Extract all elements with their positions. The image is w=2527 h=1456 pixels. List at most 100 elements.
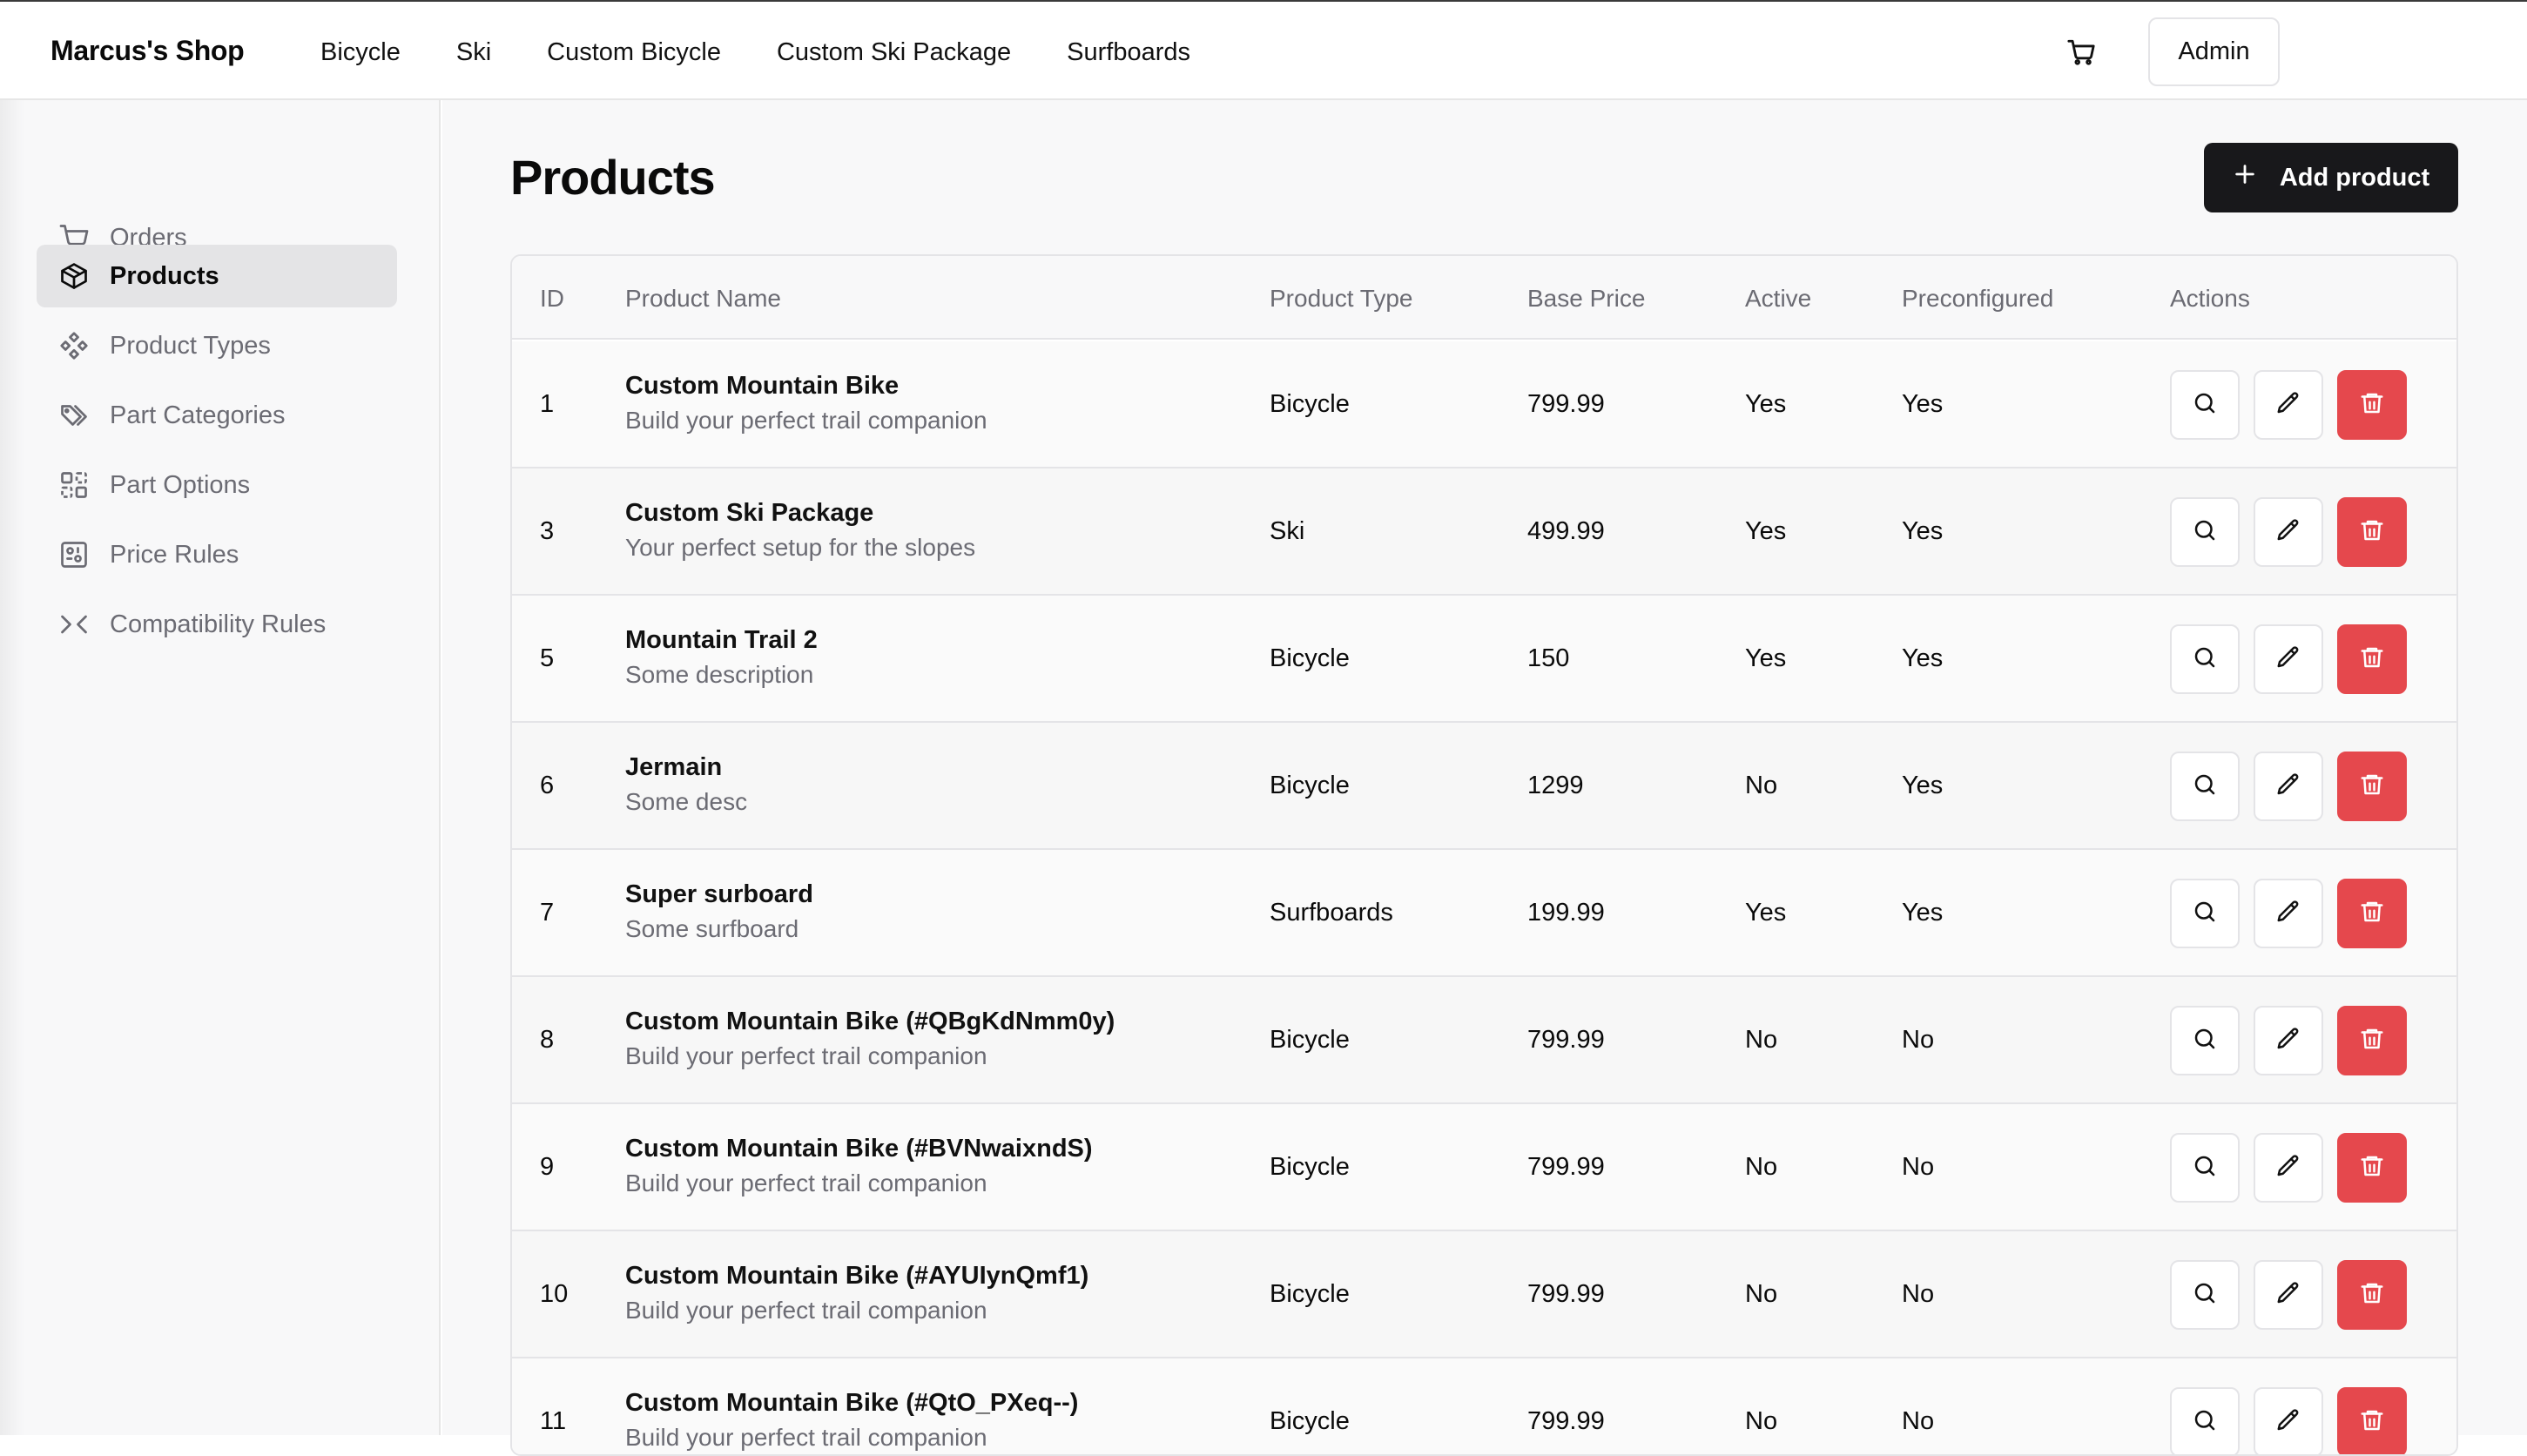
pencil-icon [2275,644,2301,675]
view-product-button[interactable] [2170,1006,2240,1075]
sidebar-item-part-options[interactable]: Part Options [37,454,397,516]
product-name: Mountain Trail 2 [625,626,818,654]
main-content: Products Add product ID Product Name Pro… [442,100,2527,1456]
top-navbar: Marcus's Shop Bicycle Ski Custom Bicycle… [0,0,2527,100]
active-status: Yes [1745,644,1787,672]
product-name: Custom Mountain Bike [625,372,900,400]
table-row: 6 Jermain Some desc Bicycle 1299 No Yes [512,723,2456,850]
delete-product-button[interactable] [2337,879,2407,948]
merge-icon [56,606,92,643]
pencil-icon [2275,1026,2301,1056]
sidebar-item-product-types[interactable]: Product Types [37,314,397,377]
product-type: Bicycle [1270,390,1350,418]
nav-link-custom-bicycle[interactable]: Custom Bicycle [519,21,749,84]
edit-product-button[interactable] [2254,624,2323,694]
base-price: 799.99 [1527,1280,1605,1308]
active-status: No [1745,772,1778,799]
search-icon [2192,772,2218,802]
active-status: No [1745,1026,1778,1054]
edit-product-button[interactable] [2254,1387,2323,1454]
nav-link-bicycle[interactable]: Bicycle [293,21,428,84]
product-description: Your perfect setup for the slopes [625,534,976,561]
base-price: 799.99 [1527,1026,1605,1054]
shopping-cart-icon[interactable] [2064,35,2099,70]
admin-button[interactable]: Admin [2148,17,2280,86]
edit-product-button[interactable] [2254,1133,2323,1203]
active-status: Yes [1745,899,1787,927]
edit-product-button[interactable] [2254,497,2323,567]
pencil-icon [2275,1407,2301,1438]
pencil-icon [2275,1280,2301,1311]
pencil-icon [2275,899,2301,929]
search-icon [2192,1026,2218,1056]
sidebar-item-label: Part Categories [110,401,286,429]
product-name: Custom Ski Package [625,499,874,527]
trash-icon [2359,1280,2385,1311]
nav-link-ski[interactable]: Ski [428,21,519,84]
edit-product-button[interactable] [2254,1006,2323,1075]
view-product-button[interactable] [2170,879,2240,948]
search-icon [2192,1153,2218,1183]
view-product-button[interactable] [2170,624,2240,694]
brand-logo[interactable]: Marcus's Shop [51,35,245,67]
edit-product-button[interactable] [2254,879,2323,948]
nav-link-custom-ski-package[interactable]: Custom Ski Package [749,21,1039,84]
column-header-actions: Actions [2170,285,2250,312]
sidebar-item-label: Product Types [110,331,271,360]
pencil-icon [2275,517,2301,548]
trash-icon [2359,390,2385,421]
add-product-button[interactable]: Add product [2204,143,2458,212]
sidebar-item-products[interactable]: Products [37,245,397,307]
layout-grid-icon [56,467,92,503]
sidebar-item-label: Price Rules [110,540,239,569]
preconfigured-status: No [1902,1407,1935,1435]
delete-product-button[interactable] [2337,497,2407,567]
base-price: 799.99 [1527,390,1605,418]
preconfigured-status: No [1902,1280,1935,1308]
product-description: Some description [625,661,814,688]
product-type: Ski [1270,517,1305,545]
active-status: Yes [1745,517,1787,545]
view-product-button[interactable] [2170,752,2240,821]
view-product-button[interactable] [2170,1133,2240,1203]
product-type: Bicycle [1270,772,1350,799]
table-row: 9 Custom Mountain Bike (#BVNwaixndS) Build… [512,1104,2456,1231]
base-price: 499.99 [1527,517,1605,545]
edit-product-button[interactable] [2254,752,2323,821]
product-name: Custom Mountain Bike (#QBgKdNmm0y) [625,1008,1115,1035]
trash-icon [2359,1407,2385,1438]
preconfigured-status: Yes [1902,772,1944,799]
nav-link-surfboards[interactable]: Surfboards [1039,21,1218,84]
trash-icon [2359,517,2385,548]
product-name: Super surboard [625,880,813,908]
sidebar-item-part-categories[interactable]: Part Categories [37,384,397,447]
edit-product-button[interactable] [2254,1260,2323,1330]
column-header-id: ID [540,285,564,312]
product-id: 3 [540,517,555,545]
sidebar-item-label: Compatibility Rules [110,610,327,638]
active-status: No [1745,1280,1778,1308]
view-product-button[interactable] [2170,1387,2240,1454]
column-header-base-price: Base Price [1527,285,1646,312]
sidebar-item-price-rules[interactable]: Price Rules [37,523,397,586]
delete-product-button[interactable] [2337,1260,2407,1330]
delete-product-button[interactable] [2337,752,2407,821]
delete-product-button[interactable] [2337,1387,2407,1454]
base-price: 150 [1527,644,1570,672]
delete-product-button[interactable] [2337,624,2407,694]
base-price: 199.99 [1527,899,1605,927]
delete-product-button[interactable] [2337,370,2407,440]
edit-product-button[interactable] [2254,370,2323,440]
product-type: Surfboards [1270,899,1393,927]
product-description: Build your perfect trail companion [625,1042,987,1069]
view-product-button[interactable] [2170,497,2240,567]
delete-product-button[interactable] [2337,1133,2407,1203]
search-icon [2192,517,2218,548]
product-id: 8 [540,1026,555,1054]
preconfigured-status: Yes [1902,517,1944,545]
view-product-button[interactable] [2170,1260,2240,1330]
sidebar-item-compatibility-rules[interactable]: Compatibility Rules [37,593,397,656]
product-name: Custom Mountain Bike (#BVNwaixndS) [625,1135,1093,1163]
view-product-button[interactable] [2170,370,2240,440]
delete-product-button[interactable] [2337,1006,2407,1075]
